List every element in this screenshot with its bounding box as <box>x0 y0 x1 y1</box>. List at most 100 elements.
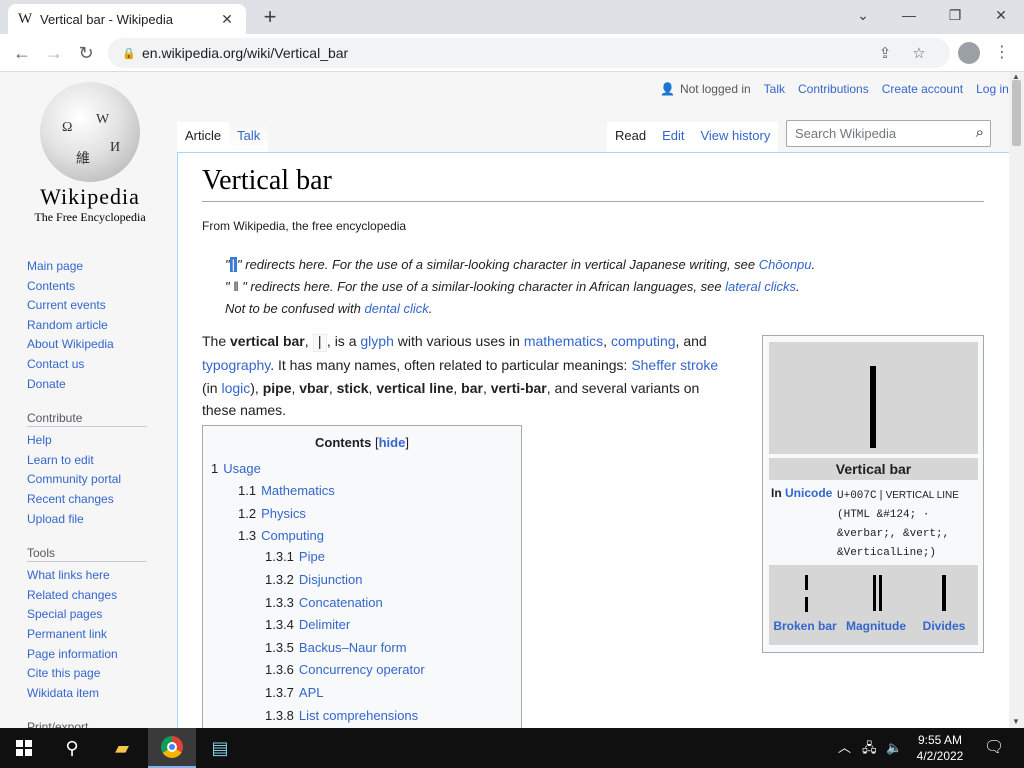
scrollbar-thumb[interactable] <box>1012 80 1021 146</box>
mathematics-link[interactable]: mathematics <box>524 333 603 349</box>
toc-link[interactable]: List comprehensions <box>299 708 418 723</box>
toc-link[interactable]: Concurrency operator <box>299 662 425 677</box>
reload-icon[interactable]: ↻ <box>73 40 99 66</box>
forward-icon[interactable]: → <box>41 40 67 66</box>
sidebar-item-about[interactable]: About Wikipedia <box>27 335 177 355</box>
search-input[interactable]: Search Wikipedia ⌕ <box>786 120 991 147</box>
sidebar-item-current-events[interactable]: Current events <box>27 296 177 316</box>
close-tab-icon[interactable]: ✕ <box>218 11 236 28</box>
toc-hide-link[interactable]: hide <box>379 435 406 450</box>
sidebar-item-help[interactable]: Help <box>27 431 177 451</box>
toc-entry[interactable]: 1.3.1 Pipe <box>265 549 325 564</box>
sheffer-stroke-link[interactable]: Sheffer stroke <box>631 357 718 373</box>
volume-icon[interactable]: 🔈 <box>886 728 902 768</box>
page-scrollbar[interactable]: ▲ ▼ <box>1009 72 1024 728</box>
file-explorer-icon[interactable]: ▰ <box>98 728 146 768</box>
scroll-down-icon[interactable]: ▼ <box>1012 717 1020 726</box>
contributions-link[interactable]: Contributions <box>798 82 869 96</box>
close-window-icon[interactable]: ✕ <box>978 0 1024 30</box>
sidebar-item-permanent-link[interactable]: Permanent link <box>27 625 177 645</box>
toc-link[interactable]: Mathematics <box>261 483 335 498</box>
sidebar-item-special-pages[interactable]: Special pages <box>27 605 177 625</box>
notifications-icon[interactable]: 🗨 <box>984 728 1004 768</box>
share-icon[interactable]: ⇪ <box>868 44 902 62</box>
computing-link[interactable]: computing <box>611 333 676 349</box>
broken-bar-link[interactable]: Broken bar <box>770 619 840 633</box>
toc-entry[interactable]: 1.3.7 APL <box>265 685 324 700</box>
toc-entry[interactable]: 1.3 Computing <box>238 528 324 543</box>
toc-link[interactable]: Backus–Naur form <box>299 640 407 655</box>
unicode-link[interactable]: Unicode <box>785 486 832 500</box>
chrome-taskbar-icon[interactable] <box>148 728 196 768</box>
toc-entry[interactable]: 1.3.6 Concurrency operator <box>265 662 425 677</box>
tab-article[interactable]: Article <box>177 122 230 152</box>
lateral-clicks-link[interactable]: lateral clicks <box>725 279 796 294</box>
tab-edit[interactable]: Edit <box>654 122 693 152</box>
toc-entry[interactable]: 1.2 Physics <box>238 506 306 521</box>
sidebar-item-cite-this-page[interactable]: Cite this page <box>27 664 177 684</box>
toc-entry[interactable]: 1.3.4 Delimiter <box>265 617 350 632</box>
sidebar-item-main-page[interactable]: Main page <box>27 257 177 277</box>
sidebar-item-contents[interactable]: Contents <box>27 277 177 297</box>
bookmark-star-icon[interactable]: ☆ <box>902 44 936 62</box>
sidebar-item-community-portal[interactable]: Community portal <box>27 470 177 490</box>
sidebar-item-donate[interactable]: Donate <box>27 375 177 395</box>
minimize-icon[interactable]: — <box>886 0 932 30</box>
tab-view-history[interactable]: View history <box>692 122 779 152</box>
dental-click-link[interactable]: dental click <box>364 301 428 316</box>
toc-link[interactable]: Concatenation <box>299 595 383 610</box>
toc-entry[interactable]: 1.3.5 Backus–Naur form <box>265 640 407 655</box>
selected-bar-char[interactable]: | <box>229 257 238 272</box>
typography-link[interactable]: typography <box>202 357 270 373</box>
search-taskbar-icon[interactable]: ⚲ <box>48 728 96 768</box>
toc-entry[interactable]: 1.3.2 Disjunction <box>265 572 363 587</box>
back-icon[interactable]: ← <box>9 40 35 66</box>
browser-tab[interactable]: W Vertical bar - Wikipedia ✕ <box>8 4 246 34</box>
toc-entry[interactable]: 1.1 Mathematics <box>238 483 335 498</box>
sidebar-item-contact[interactable]: Contact us <box>27 355 177 375</box>
toc-entry[interactable]: 1.3.3 Concatenation <box>265 595 383 610</box>
magnitude-link[interactable]: Magnitude <box>841 619 911 633</box>
tab-read[interactable]: Read <box>607 122 655 152</box>
restore-icon[interactable]: ❐ <box>932 0 978 30</box>
notepad-taskbar-icon[interactable]: ▤ <box>196 728 244 768</box>
tab-search-chevron-icon[interactable]: ⌄ <box>840 0 886 30</box>
toc-link[interactable]: APL <box>299 685 324 700</box>
toc-link[interactable]: Physics <box>261 506 306 521</box>
sidebar-item-wikidata-item[interactable]: Wikidata item <box>27 684 177 704</box>
wikipedia-logo[interactable]: Ω W 維 И Wikipedia The Free Encyclopedia <box>20 82 160 225</box>
sidebar-item-what-links-here[interactable]: What links here <box>27 566 177 586</box>
talk-link[interactable]: Talk <box>764 82 785 96</box>
new-tab-button[interactable]: + <box>258 4 282 30</box>
glyph-link[interactable]: glyph <box>360 333 393 349</box>
profile-avatar-icon[interactable] <box>958 42 980 64</box>
divides-link[interactable]: Divides <box>909 619 979 633</box>
toc-link[interactable]: Disjunction <box>299 572 363 587</box>
sidebar-item-recent-changes[interactable]: Recent changes <box>27 490 177 510</box>
sidebar-item-random-article[interactable]: Random article <box>27 316 177 336</box>
toc-link[interactable]: Computing <box>261 528 324 543</box>
toc-link[interactable]: Pipe <box>299 549 325 564</box>
show-hidden-icons-icon[interactable]: ︿ <box>838 728 851 768</box>
clock[interactable]: 9:55 AM 4/2/2022 <box>912 732 968 764</box>
sidebar-item-related-changes[interactable]: Related changes <box>27 586 177 606</box>
sidebar-item-upload-file[interactable]: Upload file <box>27 510 177 530</box>
toc-link[interactable]: Delimiter <box>299 617 350 632</box>
network-icon[interactable]: 🖧 <box>862 728 877 768</box>
logic-link[interactable]: logic <box>221 380 250 396</box>
lock-icon[interactable]: 🔒 <box>122 47 142 60</box>
create-account-link[interactable]: Create account <box>882 82 963 96</box>
search-icon[interactable]: ⌕ <box>976 124 984 141</box>
toc-link[interactable]: Usage <box>223 461 261 476</box>
sidebar-item-page-information[interactable]: Page information <box>27 645 177 665</box>
start-button[interactable] <box>0 728 48 768</box>
toc-entry[interactable]: 1 Usage <box>211 461 261 476</box>
toc-entry[interactable]: 1.3.8 List comprehensions <box>265 708 418 723</box>
sidebar-item-learn-to-edit[interactable]: Learn to edit <box>27 451 177 471</box>
address-bar[interactable]: 🔒 en.wikipedia.org/wiki/Vertical_bar ⇪ ☆ <box>108 38 950 68</box>
browser-menu-icon[interactable]: ⋮ <box>994 42 1010 62</box>
choonpu-link[interactable]: Chōonpu <box>759 257 812 272</box>
tab-talk[interactable]: Talk <box>229 122 269 152</box>
log-in-link[interactable]: Log in <box>976 82 1009 96</box>
url-text[interactable]: en.wikipedia.org/wiki/Vertical_bar <box>142 45 868 61</box>
